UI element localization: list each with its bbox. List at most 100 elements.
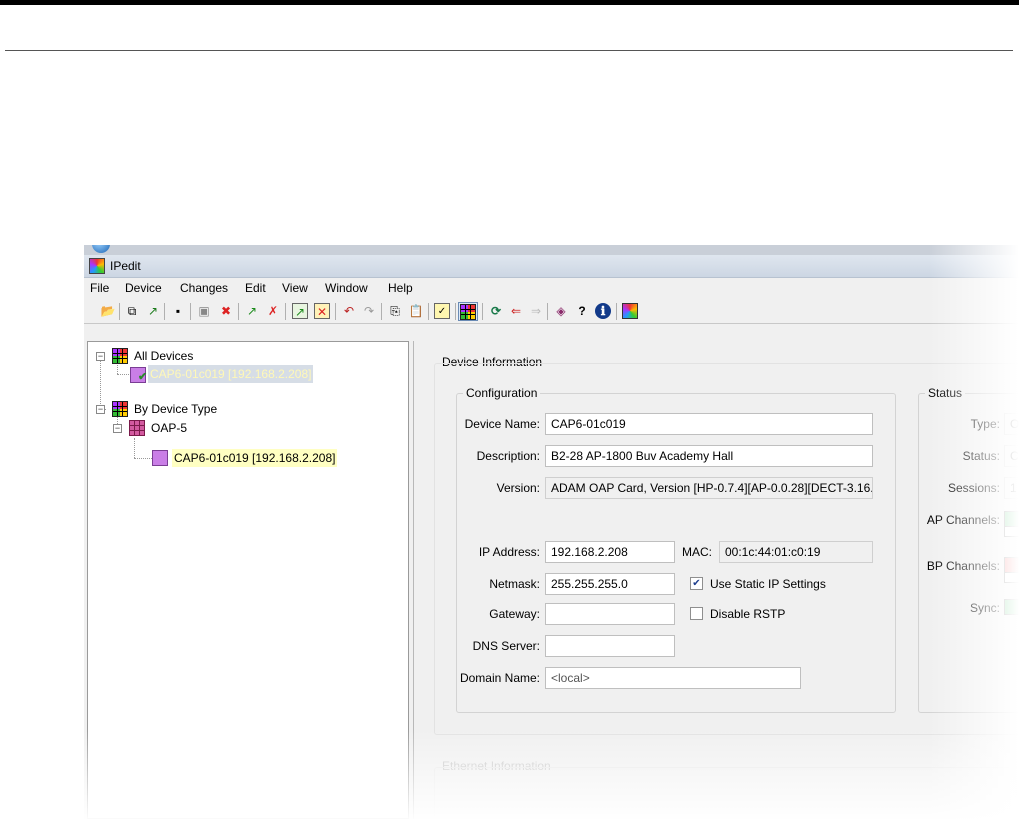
refresh-icon[interactable]: ⟳ — [488, 303, 504, 319]
menu-device[interactable]: Device — [125, 281, 162, 295]
mac-field: 00:1c:44:01:c0:19 — [719, 541, 873, 563]
ip-address-field[interactable]: 192.168.2.208 — [545, 541, 675, 563]
mac-label: MAC: — [682, 545, 712, 559]
sessions-field: 1 — [1004, 477, 1019, 499]
tree-label-device: CAP6-01c019 [192.168.2.208] — [148, 365, 314, 383]
tree-label-all-devices: All Devices — [134, 349, 194, 363]
menu-window[interactable]: Window — [325, 281, 368, 295]
netmask-field[interactable]: 255.255.255.0 — [545, 573, 675, 595]
gateway-field[interactable] — [545, 603, 675, 625]
tree-connector — [134, 458, 152, 459]
menu-bar: File Device Changes Edit View Window Hel… — [84, 278, 1019, 298]
tree-node-oap5[interactable]: − OAP-5 — [111, 419, 311, 437]
menu-view[interactable]: View — [282, 281, 308, 295]
push-box-icon[interactable]: ↗ — [292, 303, 308, 319]
tree-item-type-device[interactable]: CAP6-01c019 [192.168.2.208] — [152, 449, 392, 467]
disable-rstp-label: Disable RSTP — [710, 607, 786, 621]
toolbar: 📂 ⧉ ↗ ▪ ▣ ✖ ↗ ✗ ↗ ✕ ↶ ↷ ⎘ 📋 ✓ ⟳ ⇐ ⇒ ◈ ? … — [84, 299, 1019, 324]
info-icon[interactable]: ℹ — [595, 303, 611, 319]
toolbar-separator — [428, 303, 429, 320]
menu-file[interactable]: File — [90, 281, 109, 295]
redo-icon[interactable]: ↷ — [361, 303, 377, 319]
tree-node-by-device-type[interactable]: − By Device Type — [94, 400, 314, 418]
ap-channels-label: AP Channels: — [926, 513, 1000, 527]
menu-changes[interactable]: Changes — [180, 281, 228, 295]
collapse-icon[interactable]: − — [96, 405, 105, 414]
export-icon[interactable]: ↗ — [145, 303, 161, 319]
netmask-label: Netmask: — [489, 577, 540, 591]
apply-icon[interactable]: ▣ — [196, 303, 212, 319]
device-name-field[interactable]: CAP6-01c019 — [545, 413, 873, 435]
tree-item-all-device[interactable]: ✔ CAP6-01c019 [192.168.2.208] — [128, 365, 368, 383]
arrow-left-icon[interactable]: ⇐ — [508, 303, 524, 319]
delete-device-icon[interactable]: ✖ — [218, 303, 234, 319]
tree-node-all-devices[interactable]: − All Devices — [94, 347, 314, 365]
configuration-legend: Configuration — [463, 386, 541, 400]
app-logo-icon[interactable] — [622, 303, 638, 319]
device-type-icon — [129, 420, 145, 436]
grid-view-icon — [460, 304, 476, 320]
device-tree: − All Devices ✔ CAP6-01c019 [192.168.2.2… — [87, 341, 409, 819]
bp-channel-indicator — [1004, 557, 1019, 573]
toolbar-separator — [335, 303, 336, 320]
cancel-box-icon[interactable]: ✕ — [314, 303, 330, 319]
open-folder-icon[interactable]: 📂 — [100, 303, 116, 319]
dns-server-field[interactable] — [545, 635, 675, 657]
version-label: Version: — [496, 481, 540, 495]
undo-icon[interactable]: ↶ — [341, 303, 357, 319]
whats-this-help-icon[interactable]: ? — [574, 303, 590, 319]
page-top-rule — [0, 0, 1019, 5]
menu-help[interactable]: Help — [388, 281, 413, 295]
static-ip-checkbox[interactable]: ✔ — [690, 577, 703, 590]
paste-icon[interactable]: 📋 — [408, 303, 424, 319]
domain-name-label: Domain Name: — [459, 671, 540, 685]
app-icon — [89, 258, 105, 274]
toolbar-separator — [547, 303, 548, 320]
arrow-right-icon[interactable]: ⇒ — [528, 303, 544, 319]
collapse-icon[interactable]: − — [96, 352, 105, 361]
book-icon[interactable]: ◈ — [553, 303, 569, 319]
remove-icon[interactable]: ✗ — [265, 303, 281, 319]
arrow-up-right-icon[interactable]: ↗ — [244, 303, 260, 319]
tree-connector — [134, 438, 135, 458]
device-group-icon — [112, 401, 128, 417]
status-field: C — [1004, 445, 1019, 467]
toolbar-separator — [455, 303, 456, 320]
toolbar-separator — [119, 303, 120, 320]
copy-device-icon[interactable]: ⧉ — [124, 303, 140, 319]
collapse-icon[interactable]: − — [113, 424, 122, 433]
toolbar-separator — [616, 303, 617, 320]
ap-channel-indicator-lower — [1004, 527, 1019, 537]
status-legend: Status — [925, 386, 966, 400]
ipedit-window: IPedit File Device Changes Edit View Win… — [84, 245, 1019, 819]
toolbar-separator — [381, 303, 382, 320]
save-icon[interactable]: ▪ — [170, 303, 186, 319]
disable-rstp-checkbox[interactable] — [690, 607, 703, 620]
status-label: Status: — [962, 449, 1000, 463]
synced-check-icon: ✔ — [138, 371, 148, 383]
gateway-label: Gateway: — [489, 607, 540, 621]
version-field: ADAM OAP Card, Version [HP-0.7.4][AP-0.0… — [545, 477, 873, 499]
type-field: O — [1004, 413, 1019, 435]
toolbar-separator — [164, 303, 165, 320]
toolbar-separator — [238, 303, 239, 320]
bp-channel-indicator-lower — [1004, 573, 1019, 583]
domain-name-field[interactable]: <local> — [545, 667, 801, 689]
description-field[interactable]: B2-28 AP-1800 Buv Academy Hall — [545, 445, 873, 467]
window-title: IPedit — [110, 259, 141, 273]
toolbar-separator — [285, 303, 286, 320]
status-group: Status — [918, 386, 1019, 713]
page-header-divider — [5, 50, 1013, 51]
ip-address-label: IP Address: — [478, 545, 540, 559]
description-label: Description: — [476, 449, 540, 463]
grid-view-toggle[interactable] — [458, 302, 478, 321]
type-label: Type: — [970, 417, 1000, 431]
copy-icon[interactable]: ⎘ — [387, 303, 403, 319]
menu-edit[interactable]: Edit — [245, 281, 266, 295]
tree-label-type: OAP-5 — [151, 421, 188, 435]
ethernet-information-panel — [434, 767, 1019, 819]
device-name-label: Device Name: — [464, 417, 540, 431]
toolbar-separator — [482, 303, 483, 320]
check-box-icon[interactable]: ✓ — [434, 303, 450, 319]
device-group-icon — [112, 348, 128, 364]
